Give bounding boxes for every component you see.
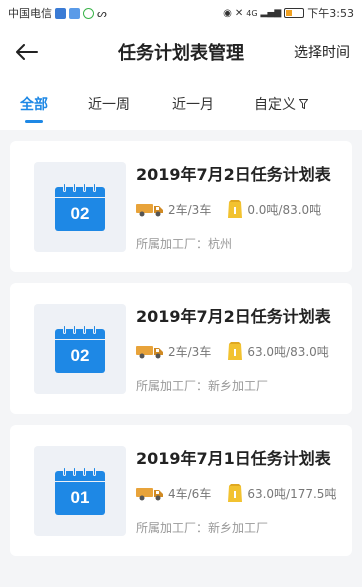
signal-label: 4G [246, 8, 258, 18]
notification-leaf-icon [83, 7, 94, 19]
carrier-label: 中国电信 [8, 7, 52, 20]
calendar-badge: 02 [34, 161, 126, 252]
calendar-icon: 01 [55, 466, 105, 515]
factory-label: 所属加工厂：杭州 [136, 237, 233, 251]
mute-icon: ✕ [234, 7, 244, 19]
back-button[interactable] [12, 37, 42, 67]
filter-tabs: 全部 近一周 近一月 自定义 [0, 78, 362, 130]
truck-count: 2车/3车 [168, 344, 212, 359]
plan-title: 2019年7月2日任务计划表 [136, 307, 331, 326]
weight-value: 63.0吨/83.0吨 [247, 344, 329, 359]
battery-icon [284, 8, 305, 18]
calendar-badge: 01 [34, 445, 126, 536]
truck-icon [136, 343, 164, 359]
weight-value: 63.0吨/177.5吨 [247, 486, 337, 501]
plan-title: 2019年7月2日任务计划表 [136, 165, 331, 184]
plan-title: 2019年7月1日任务计划表 [136, 449, 331, 468]
notification-app-icon [69, 7, 80, 19]
calendar-day: 02 [55, 197, 105, 231]
tab-last-month[interactable]: 近一月 [172, 80, 214, 128]
tab-last-week[interactable]: 近一周 [88, 80, 130, 128]
clock-label: 下午3:53 [307, 7, 354, 20]
tab-custom-label: 自定义 [254, 97, 296, 113]
notification-bird-icon: ᔕ [97, 6, 107, 20]
tab-custom[interactable]: 自定义 [254, 80, 308, 128]
status-bar: 中国电信 ᔕ ◉ ✕ 4G ▂▄▆ 下午3:53 [0, 0, 362, 26]
weight-bag-icon [227, 341, 243, 361]
plan-card[interactable]: 01 2019年7月1日任务计划表 4车/6车 63.0吨/177.5吨 所属加… [10, 425, 352, 556]
calendar-day: 01 [55, 481, 105, 515]
plan-list: 02 2019年7月2日任务计划表 2车/3车 0.0吨/83.0吨 所属加工厂… [0, 130, 362, 556]
truck-count: 4车/6车 [168, 486, 212, 501]
tab-all[interactable]: 全部 [20, 80, 48, 128]
filter-icon [299, 99, 308, 109]
wifi-icon: ◉ [223, 7, 232, 19]
truck-count: 2车/3车 [168, 202, 212, 217]
weight-bag-icon [227, 483, 243, 503]
calendar-icon: 02 [55, 324, 105, 373]
truck-icon [136, 201, 164, 217]
header: 任务计划表管理 选择时间 [0, 26, 362, 78]
calendar-day: 02 [55, 339, 105, 373]
weight-bag-icon [227, 199, 243, 219]
truck-icon [136, 485, 164, 501]
factory-label: 所属加工厂：新乡加工厂 [136, 379, 269, 393]
select-time-button[interactable]: 选择时间 [294, 42, 350, 62]
signal-bars-icon: ▂▄▆ [260, 8, 282, 18]
notification-shield-icon [55, 7, 66, 19]
plan-card[interactable]: 02 2019年7月2日任务计划表 2车/3车 [10, 141, 352, 272]
arrow-left-icon [16, 44, 38, 60]
plan-card[interactable]: 02 2019年7月2日任务计划表 2车/3车 [10, 283, 352, 414]
calendar-badge: 02 [34, 303, 126, 394]
calendar-icon: 02 [55, 182, 105, 231]
weight-value: 0.0吨/83.0吨 [247, 202, 322, 217]
factory-label: 所属加工厂：新乡加工厂 [136, 521, 269, 535]
